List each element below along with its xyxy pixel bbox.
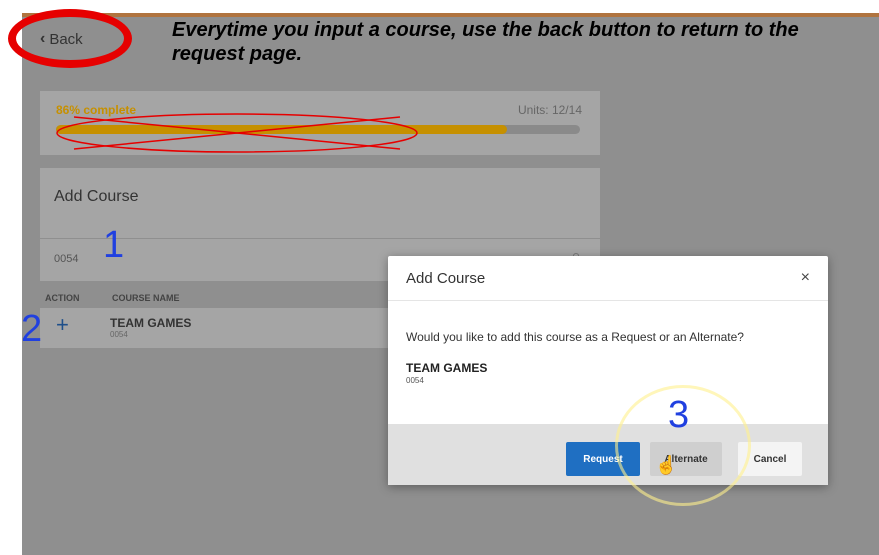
step-number-3: 3 xyxy=(668,394,690,436)
search-value: 0054 xyxy=(54,253,79,265)
modal-title: Add Course xyxy=(406,270,486,287)
hand-cursor-icon: ☝ xyxy=(655,455,678,475)
crossed-out-mark xyxy=(56,113,418,153)
instruction-text: Everytime you input a course, use the ba… xyxy=(172,19,799,65)
modal-course-code: 0054 xyxy=(406,376,424,385)
table-row[interactable]: + TEAM GAMES 0054 xyxy=(40,308,400,348)
plus-icon[interactable]: + xyxy=(56,312,69,338)
close-icon[interactable]: × xyxy=(801,269,810,287)
header-course-name: COURSE NAME xyxy=(112,293,180,303)
course-code: 0054 xyxy=(110,330,128,339)
units-label: Units: 12/14 xyxy=(517,103,582,117)
add-course-modal: Add Course × Would you like to add this … xyxy=(388,256,828,485)
course-name: TEAM GAMES xyxy=(110,316,192,330)
step-number-2: 2 xyxy=(21,308,43,350)
top-accent-bar xyxy=(22,13,879,17)
step-number-1: 1 xyxy=(103,224,125,266)
back-highlight-circle xyxy=(8,9,132,68)
screenshot-frame: ‹ Back 86% complete Units: 12/14 Add Cou… xyxy=(22,13,879,555)
add-course-title: Add Course xyxy=(54,188,139,205)
header-action: ACTION xyxy=(45,293,80,303)
modal-header: Add Course × xyxy=(388,256,828,301)
modal-footer: Request Alternate Cancel xyxy=(388,424,828,485)
modal-course-name: TEAM GAMES xyxy=(406,361,488,375)
modal-question: Would you like to add this course as a R… xyxy=(406,330,744,344)
